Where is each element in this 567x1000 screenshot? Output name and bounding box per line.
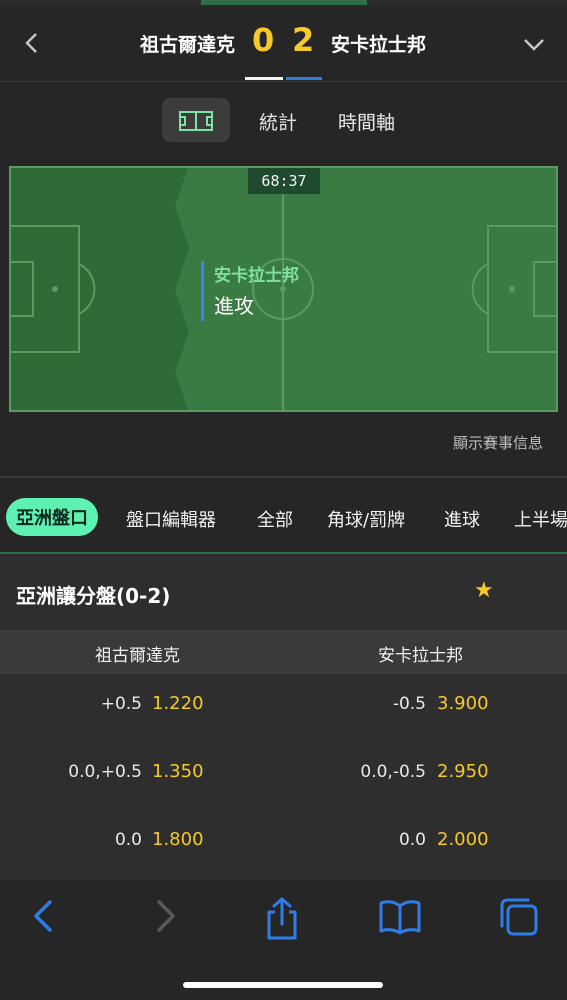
chevron-left-icon[interactable]	[22, 28, 48, 58]
tab-stats[interactable]: 統計	[259, 108, 297, 135]
home-color-bar	[245, 77, 283, 80]
category-goals[interactable]: 進球	[444, 506, 480, 532]
attack-indicator: 安卡拉士邦 進攻	[201, 261, 299, 321]
browser-back-icon[interactable]	[30, 896, 56, 940]
away-line: 0.0,-0.5	[360, 762, 426, 782]
tab-pitch[interactable]	[162, 98, 230, 142]
column-away: 安卡拉士邦	[378, 646, 463, 666]
attack-action: 進攻	[214, 294, 254, 318]
home-score: 0	[252, 21, 275, 59]
away-color-bar	[286, 77, 322, 80]
market-column-header: 祖古爾達克 安卡拉士邦	[0, 630, 567, 674]
category-market-editor[interactable]: 盤口編輯器	[126, 506, 216, 532]
match-info-link[interactable]: 顯示賽事信息	[453, 432, 543, 453]
category-all[interactable]: 全部	[257, 506, 293, 532]
bookmarks-icon[interactable]	[378, 896, 422, 940]
tab-timeline[interactable]: 時間軸	[338, 108, 395, 135]
match-header: 祖古爾達克 0 2 安卡拉士邦	[0, 6, 567, 82]
away-score: 2	[292, 21, 315, 59]
away-odds-button[interactable]: 2.000	[437, 829, 489, 850]
match-clock: 68:37	[248, 168, 320, 194]
share-icon[interactable]	[264, 896, 300, 946]
chevron-down-icon[interactable]	[520, 30, 548, 58]
home-odds-button[interactable]: 1.350	[152, 761, 204, 782]
market-categories: 亞洲盤口 盤口編輯器 全部 角球/罰牌 進球 上半場	[0, 478, 567, 554]
home-odds-button[interactable]: 1.800	[152, 829, 204, 850]
home-team-name: 祖古爾達克	[139, 34, 235, 56]
away-odds-button[interactable]: 3.900	[437, 693, 489, 714]
category-corners-cards[interactable]: 角球/罰牌	[327, 506, 405, 532]
odds-row: 0.0 1.800 0.0 2.000	[0, 810, 567, 878]
column-home: 祖古爾達克	[95, 646, 180, 666]
away-odds-button[interactable]: 2.950	[437, 761, 489, 782]
home-line: 0.0	[114, 830, 142, 850]
star-icon[interactable]: ★	[474, 578, 494, 603]
home-line: +0.5	[100, 694, 142, 714]
away-line: -0.5	[392, 694, 426, 714]
tabs-icon[interactable]	[498, 896, 540, 942]
view-tabs: 統計 時間軸	[0, 98, 567, 144]
top-progress-accent	[201, 0, 367, 5]
pitch-icon	[179, 111, 213, 131]
away-line: 0.0	[398, 830, 426, 850]
attacking-team: 安卡拉士邦	[214, 266, 299, 286]
category-first-half[interactable]: 上半場	[514, 506, 567, 532]
category-asian-handicap[interactable]: 亞洲盤口	[6, 498, 98, 536]
home-line: 0.0,+0.5	[68, 762, 142, 782]
odds-row: +0.5 1.220 -0.5 3.900	[0, 674, 567, 742]
home-indicator	[183, 982, 383, 988]
home-odds-button[interactable]: 1.220	[152, 693, 204, 714]
browser-forward-icon[interactable]	[153, 896, 179, 940]
market-title: 亞洲讓分盤(0-2)	[16, 584, 171, 608]
away-team-name: 安卡拉士邦	[331, 34, 427, 56]
odds-row: 0.0,+0.5 1.350 0.0,-0.5 2.950	[0, 742, 567, 810]
